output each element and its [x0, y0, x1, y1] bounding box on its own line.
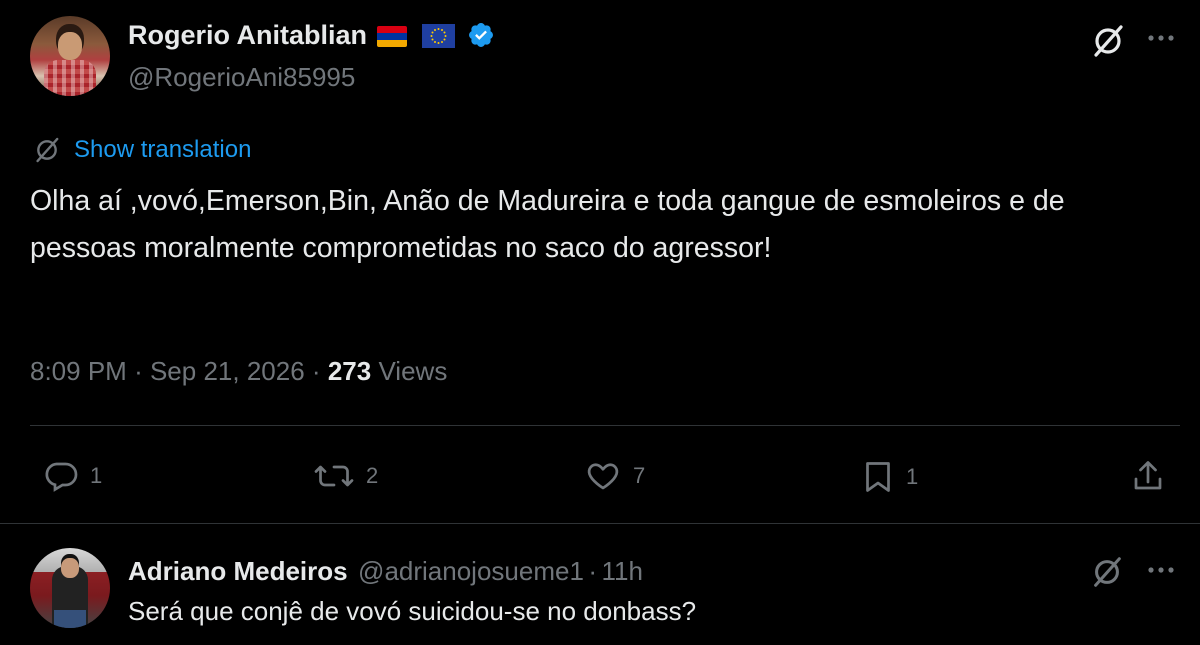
tweet-text: Olha aí ,vovó,Emerson,Bin, Anão de Madur…	[30, 185, 1065, 264]
retweet-icon	[312, 458, 356, 494]
divider	[0, 523, 1200, 524]
eu-flag-icon	[421, 24, 455, 48]
armenia-flag-icon	[377, 26, 408, 47]
retweet-count: 2	[366, 463, 379, 488]
tweet-meta: 8:09 PM · Sep 21, 2026 · 273 Views	[30, 356, 447, 387]
share-icon	[1130, 458, 1166, 494]
bookmark-count: 1	[906, 464, 919, 489]
divider	[30, 425, 1180, 426]
tweet-time[interactable]: 8:09 PM	[30, 356, 127, 386]
like-button[interactable]: 7	[583, 458, 645, 494]
reply-count: 1	[90, 463, 103, 488]
grok-icon[interactable]	[1089, 554, 1125, 590]
author-avatar[interactable]	[30, 16, 110, 96]
show-translation-label[interactable]: Show translation	[74, 136, 251, 164]
reply-icon	[42, 458, 80, 494]
reply-author-avatar[interactable]	[30, 548, 110, 628]
reply-author-handle[interactable]: @adrianojosueme1	[358, 556, 584, 586]
like-count: 7	[633, 463, 646, 488]
author-handle[interactable]: @RogerioAni85995	[128, 62, 355, 93]
reply-separator: ·	[588, 556, 598, 586]
views-count: 273	[327, 356, 372, 386]
verified-badge-icon[interactable]	[467, 21, 495, 49]
more-icon[interactable]	[1145, 560, 1177, 580]
meta-separator: ·	[134, 356, 143, 386]
views-label: Views	[378, 356, 448, 386]
show-translation-link[interactable]: Show translation	[32, 135, 251, 165]
author-name[interactable]: Rogerio Anitablian	[128, 20, 367, 50]
reply-age[interactable]: 11h	[602, 556, 643, 586]
meta-separator: ·	[311, 356, 321, 386]
reply-header: Adriano Medeiros @adrianojosueme1 · 11h	[128, 556, 643, 587]
reply-text: Será que conjê de vovó suicidou-se no do…	[128, 596, 697, 626]
tweet-date[interactable]: Sep 21, 2026	[150, 356, 305, 386]
more-icon[interactable]	[1145, 28, 1177, 48]
share-button[interactable]	[1130, 458, 1166, 494]
bookmark-icon	[860, 458, 896, 496]
author-name-row: Rogerio Anitablian	[128, 20, 495, 51]
bookmark-button[interactable]: 1	[860, 458, 918, 496]
retweet-button[interactable]: 2	[312, 458, 378, 494]
translate-icon	[32, 135, 62, 165]
reply-author-name[interactable]: Adriano Medeiros	[128, 556, 348, 586]
reply-button[interactable]: 1	[42, 458, 102, 494]
grok-icon[interactable]	[1089, 22, 1127, 60]
like-icon	[583, 458, 623, 494]
